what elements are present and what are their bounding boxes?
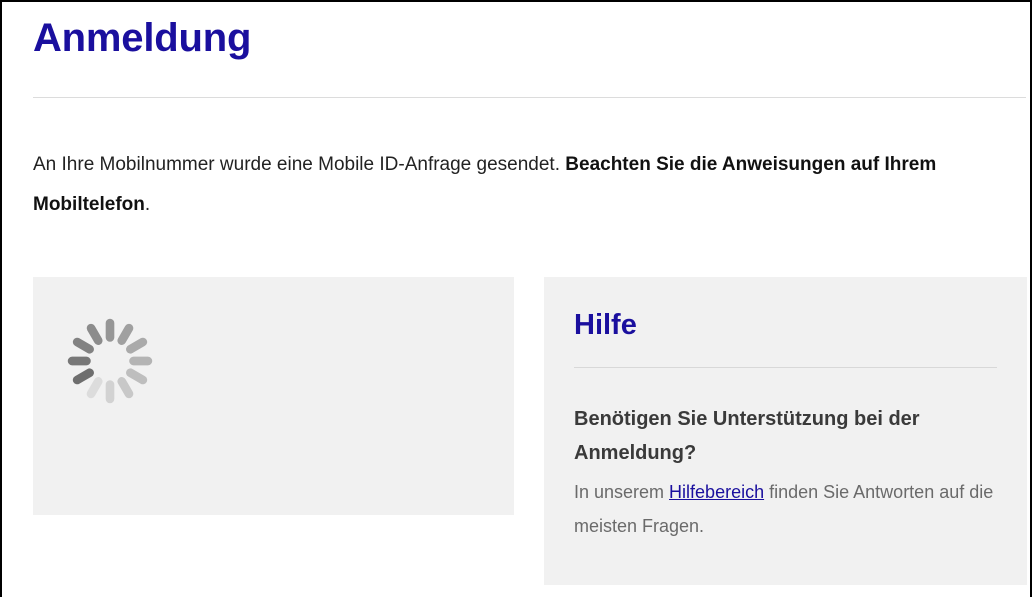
help-panel: Hilfe Benötigen Sie Unterstützung bei de… [544, 277, 1027, 585]
intro-message: An Ihre Mobilnummer wurde eine Mobile ID… [33, 145, 993, 225]
help-title: Hilfe [574, 309, 637, 341]
spinner-icon [67, 318, 153, 404]
title-divider [33, 97, 1026, 98]
spinner-bar [72, 337, 94, 354]
spinner-bar [129, 356, 153, 366]
spinner-bar [117, 323, 134, 345]
page-title: Anmeldung [33, 16, 252, 60]
spinner-bar [86, 377, 103, 399]
spinner-bar [117, 377, 134, 399]
help-question: Benötigen Sie Unterstützung bei der Anme… [574, 408, 920, 464]
help-text: In unserem Hilfebereich finden Sie Antwo… [574, 475, 994, 543]
intro-text: An Ihre Mobilnummer wurde eine Mobile ID… [33, 154, 566, 175]
help-text-before: In unserem [574, 482, 670, 502]
spinner-bar [67, 356, 91, 366]
spinner-bar [72, 368, 94, 385]
spinner-bar [126, 337, 148, 354]
help-divider [574, 367, 997, 368]
intro-end: . [144, 194, 151, 215]
spinner-bar [105, 318, 115, 342]
spinner-bar [126, 368, 148, 385]
spinner-bar [86, 323, 103, 345]
help-area-link[interactable]: Hilfebereich [669, 482, 764, 502]
spinner-bar [105, 380, 115, 404]
